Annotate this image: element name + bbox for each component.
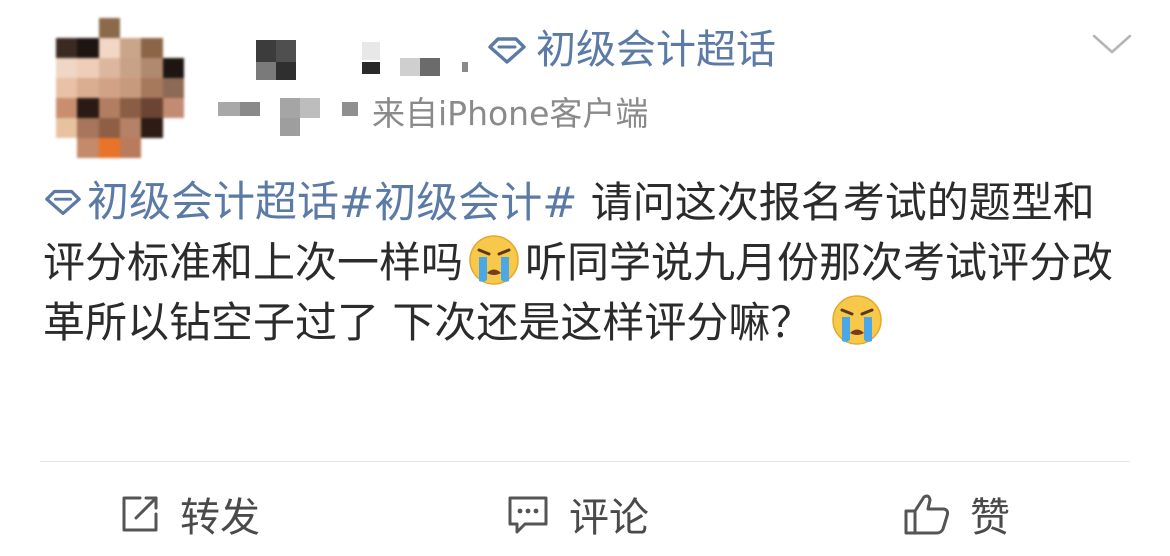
like-icon <box>904 494 950 535</box>
comment-button[interactable]: 评论 <box>505 486 649 542</box>
crying-face-icon <box>831 295 882 345</box>
repost-label: 转发 <box>180 495 260 541</box>
comment-icon <box>508 496 548 534</box>
username-redacted[interactable] <box>250 38 480 82</box>
super-topic-label: 初级会计超话 <box>536 27 776 73</box>
avatar[interactable] <box>56 18 184 158</box>
super-topic-link[interactable]: 初级会计超话 <box>486 24 776 76</box>
crying-face-icon <box>469 235 519 285</box>
like-button[interactable]: 赞 <box>902 486 1010 542</box>
like-label: 赞 <box>970 495 1010 541</box>
post-source: 来自iPhone客户端 <box>372 94 649 133</box>
repost-button[interactable]: 转发 <box>118 486 260 542</box>
divider <box>40 461 1130 462</box>
post-text: 初级会计超话 #初级会计# 请问这次报名考试的题型和评分标准和上次一样吗 听同学说… <box>43 172 1133 353</box>
topic-link-label: 初级会计超话 <box>87 177 340 226</box>
repost-icon <box>122 496 158 532</box>
comment-label: 评论 <box>569 495 649 541</box>
post-time-redacted <box>218 96 363 136</box>
diamond-icon <box>488 37 526 64</box>
chevron-down-icon[interactable] <box>1090 30 1134 58</box>
topic-link[interactable]: 初级会计超话 <box>43 172 339 232</box>
hashtag-link[interactable]: #初级会计# <box>339 178 577 227</box>
diamond-icon <box>45 189 81 216</box>
